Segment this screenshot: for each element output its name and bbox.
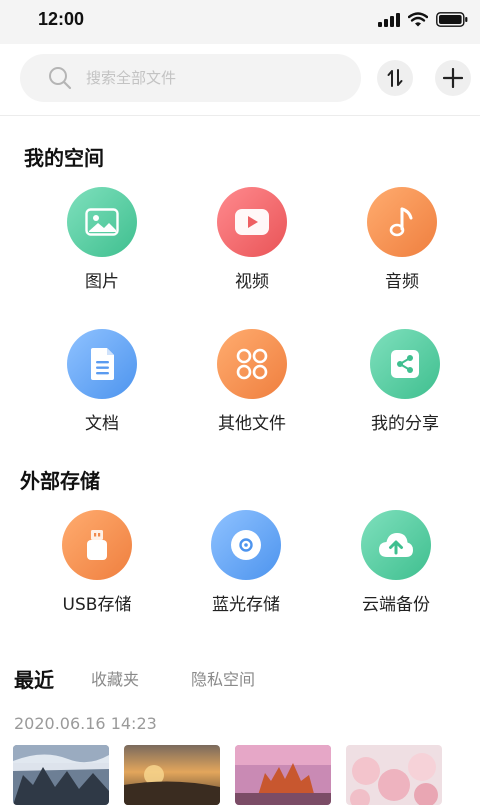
- documents-icon-circle: [67, 329, 137, 399]
- tile-videos-label: 视频: [235, 272, 269, 292]
- music-note-icon: [389, 207, 413, 237]
- sort-button[interactable]: [377, 60, 413, 96]
- plus-icon: [443, 68, 463, 88]
- tile-usb-storage[interactable]: USB存储: [42, 510, 152, 615]
- sort-icon: [387, 69, 403, 87]
- tab-private-space[interactable]: 隐私空间: [191, 666, 255, 690]
- signal-icon: [378, 12, 400, 27]
- battery-icon: [436, 12, 468, 27]
- shares-icon-circle: [370, 329, 440, 399]
- tile-cloud-backup-label: 云端备份: [362, 595, 430, 615]
- document-icon: [91, 348, 114, 380]
- tile-usb-storage-label: USB存储: [62, 595, 132, 615]
- tile-audio[interactable]: 音频: [347, 187, 457, 292]
- status-icons: [378, 12, 468, 27]
- tile-cloud-backup[interactable]: 云端备份: [341, 510, 451, 615]
- other-files-icon-circle: [217, 329, 287, 399]
- wifi-icon: [408, 12, 428, 27]
- other-files-icon: [236, 348, 268, 380]
- disc-icon: [231, 530, 261, 560]
- videos-icon-circle: [217, 187, 287, 257]
- cloud-icon-circle: [361, 510, 431, 580]
- header-divider: [0, 115, 480, 116]
- images-icon-circle: [67, 187, 137, 257]
- tile-videos[interactable]: 视频: [197, 187, 307, 292]
- recent-date: 2020.06.16 14:23: [14, 714, 157, 733]
- tile-documents[interactable]: 文档: [47, 329, 157, 434]
- usb-icon: [87, 530, 107, 560]
- external-storage-title: 外部存储: [20, 469, 100, 493]
- cloud-upload-icon: [379, 533, 413, 557]
- status-bar: 12:00: [0, 0, 480, 44]
- image-icon: [85, 208, 119, 236]
- recent-tabs: 最近 收藏夹 隐私空间: [0, 660, 480, 696]
- recent-thumbnail[interactable]: [124, 745, 220, 805]
- disc-icon-circle: [211, 510, 281, 580]
- my-space-title: 我的空间: [24, 146, 104, 170]
- search-bar[interactable]: 搜索全部文件: [20, 54, 361, 102]
- tab-recent[interactable]: 最近: [14, 664, 54, 693]
- video-play-icon: [235, 209, 269, 235]
- recent-thumbnail[interactable]: [346, 745, 442, 805]
- audio-icon-circle: [367, 187, 437, 257]
- tab-favorites[interactable]: 收藏夹: [91, 666, 139, 690]
- tile-my-shares[interactable]: 我的分享: [350, 329, 460, 434]
- tile-images[interactable]: 图片: [47, 187, 157, 292]
- status-time: 12:00: [38, 9, 85, 29]
- search-placeholder: 搜索全部文件: [86, 69, 177, 87]
- search-icon: [49, 67, 72, 90]
- tile-other-files-label: 其他文件: [218, 414, 286, 434]
- share-icon: [391, 350, 419, 378]
- tile-bluray-storage[interactable]: 蓝光存储: [191, 510, 301, 615]
- recent-thumbnail[interactable]: [235, 745, 331, 805]
- tile-documents-label: 文档: [85, 414, 119, 434]
- usb-icon-circle: [62, 510, 132, 580]
- recent-thumbnail[interactable]: [13, 745, 109, 805]
- tile-audio-label: 音频: [385, 272, 419, 292]
- tile-my-shares-label: 我的分享: [371, 414, 439, 434]
- add-button[interactable]: [435, 60, 471, 96]
- tile-bluray-storage-label: 蓝光存储: [212, 595, 280, 615]
- tile-other-files[interactable]: 其他文件: [197, 329, 307, 434]
- top-toolbar: 搜索全部文件: [0, 44, 480, 114]
- tile-images-label: 图片: [85, 272, 119, 292]
